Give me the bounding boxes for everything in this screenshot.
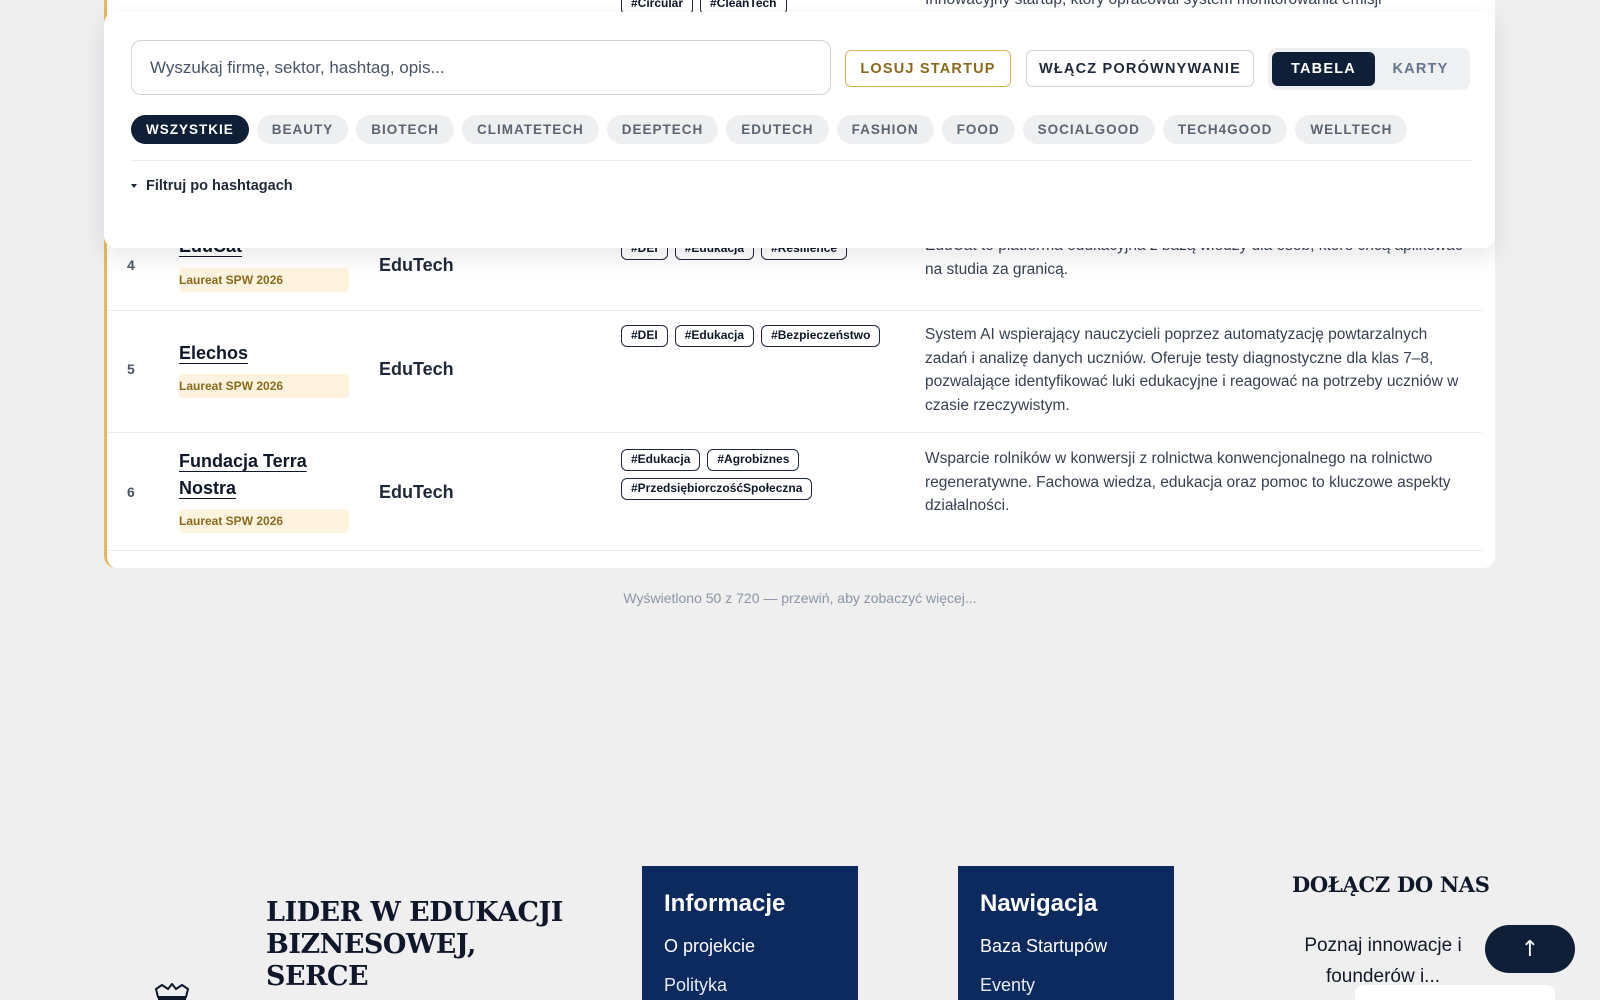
footer-link-startup-db[interactable]: Baza Startupów xyxy=(980,936,1152,957)
row-number: 4 xyxy=(127,257,135,273)
row-sector: EduTech xyxy=(379,359,454,379)
footer-link-policy[interactable]: Polityka xyxy=(664,975,836,996)
divider xyxy=(131,160,1472,161)
sector-chip-welltech[interactable]: WELLTECH xyxy=(1295,115,1408,144)
view-table-button[interactable]: TABELA xyxy=(1272,52,1375,86)
hashtag-filter-label: Filtruj po hashtagach xyxy=(146,178,293,194)
row-description: Innowacyjny startup, który opracował sys… xyxy=(925,0,1465,12)
newsletter-box xyxy=(1355,985,1555,1000)
view-toggle: TABELA KARTY xyxy=(1268,48,1470,90)
hashtag[interactable]: #DEI xyxy=(621,325,668,347)
hashtag-filter-toggle[interactable]: Filtruj po hashtagach xyxy=(131,178,293,194)
hashtag[interactable]: #Edukacja xyxy=(674,325,755,347)
compare-toggle-button[interactable]: WŁĄCZ PORÓWNYWANIE xyxy=(1026,50,1254,87)
sector-chip-fashion[interactable]: FASHION xyxy=(836,115,934,144)
footer-nav-box: Nawigacja Baza Startupów Eventy xyxy=(958,866,1174,1000)
crown-logo-icon xyxy=(154,983,190,1000)
scroll-to-top-button[interactable]: ↑ xyxy=(1485,925,1575,973)
footer-link-about[interactable]: O projekcie xyxy=(664,936,836,957)
table-row: #Circular #CleanTech Innowacyjny startup… xyxy=(107,0,1482,15)
join-text: Poznaj innowacje i founderów i... xyxy=(1304,935,1462,987)
laureate-badge: Laureat SPW 2026 xyxy=(179,374,349,398)
row-sector: EduTech xyxy=(379,255,454,275)
sector-chip-all[interactable]: WSZYSTKIE xyxy=(131,115,249,144)
sector-chip-deeptech[interactable]: DEEPTECH xyxy=(606,115,719,144)
footer-info-box: Informacje O projekcie Polityka xyxy=(642,866,858,1000)
view-cards-button[interactable]: KARTY xyxy=(1375,52,1466,86)
footer-link-events[interactable]: Eventy xyxy=(980,975,1152,996)
join-title: DOŁĄCZ DO NAS xyxy=(1292,872,1490,897)
random-startup-button[interactable]: LOSUJ STARTUP xyxy=(845,50,1011,87)
table-row[interactable]: 6 Fundacja Terra Nostra Laureat SPW 2026… xyxy=(107,433,1482,551)
arrow-up-icon: ↑ xyxy=(1520,936,1540,962)
sector-chip-socialgood[interactable]: SOCIALGOOD xyxy=(1022,115,1155,144)
laureate-badge-label: Laureat SPW 2026 xyxy=(179,514,284,528)
startup-name-link[interactable]: Fundacja Terra Nostra xyxy=(179,448,349,502)
sector-chip-food[interactable]: FOOD xyxy=(941,115,1015,144)
row-number: 6 xyxy=(127,484,135,500)
row-tags: #DEI #Edukacja #Bezpieczeństwo xyxy=(621,325,891,347)
footer-info-title: Informacje xyxy=(664,890,786,917)
sector-chip-beauty[interactable]: BEAUTY xyxy=(256,115,349,144)
load-more-status: Wyświetlono 50 z 720 — przewiń, aby zoba… xyxy=(623,590,977,606)
hashtag[interactable]: #Edukacja xyxy=(621,449,701,471)
table-row[interactable]: 5 Elechos Laureat SPW 2026 EduTech #DEI … xyxy=(107,311,1482,433)
laureate-badge-label: Laureat SPW 2026 xyxy=(179,273,284,287)
sector-chip-tech4good[interactable]: TECH4GOOD xyxy=(1162,115,1288,144)
sector-chip-edutech[interactable]: EDUTECH xyxy=(726,115,829,144)
footer-nav-title: Nawigacja xyxy=(980,890,1098,917)
caret-down-icon xyxy=(131,184,137,188)
sector-chip-climatetech[interactable]: CLIMATETECH xyxy=(462,115,599,144)
row-sector: EduTech xyxy=(379,482,454,502)
row-number: 5 xyxy=(127,361,135,377)
laureate-badge-label: Laureat SPW 2026 xyxy=(179,379,284,393)
laureate-badge: Laureat SPW 2026 xyxy=(179,509,349,533)
row-description: System AI wspierający nauczycieli poprze… xyxy=(925,326,1459,414)
filter-panel: LOSUJ STARTUP WŁĄCZ PORÓWNYWANIE TABELA … xyxy=(104,12,1495,248)
laureate-badge: Laureat SPW 2026 xyxy=(179,268,349,292)
hashtag[interactable]: #Bezpieczeństwo xyxy=(761,325,881,347)
sector-filter-chips: WSZYSTKIE BEAUTY BIOTECH CLIMATETECH DEE… xyxy=(131,115,1408,144)
row-tags: #Edukacja #Agrobiznes #Przedsiębiorczość… xyxy=(621,449,891,500)
footer-headline: LIDER W EDUKACJI BIZNESOWEJ, SERCE xyxy=(266,897,563,992)
hashtag[interactable]: #PrzedsiębiorczośćSpołeczna xyxy=(621,478,813,500)
sector-chip-biotech[interactable]: BIOTECH xyxy=(356,115,455,144)
search-input[interactable] xyxy=(131,40,831,95)
row-description: Wsparcie rolników w konwersji z rolnictw… xyxy=(925,450,1451,514)
startup-name-link[interactable]: Elechos xyxy=(179,340,349,367)
hashtag[interactable]: #Agrobiznes xyxy=(707,449,800,471)
